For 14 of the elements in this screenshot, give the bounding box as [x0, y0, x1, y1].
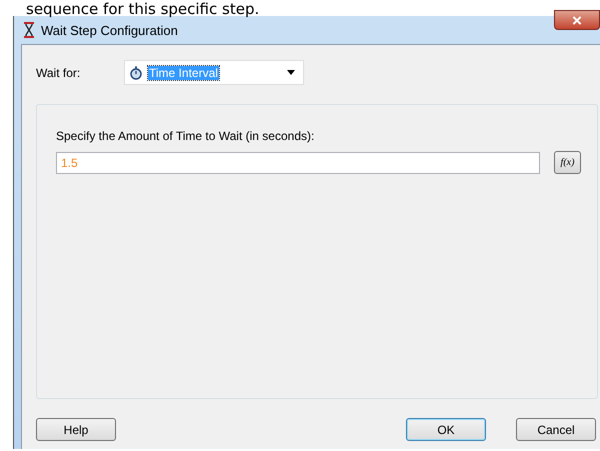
close-icon	[572, 16, 582, 24]
dropdown-value: Time Interval	[148, 66, 219, 80]
stopwatch-icon	[129, 66, 143, 80]
wait-for-label: Wait for:	[36, 66, 82, 80]
window-title: Wait Step Configuration	[41, 22, 178, 38]
hourglass-icon	[24, 22, 34, 38]
close-button[interactable]	[554, 10, 600, 30]
time-prompt-label: Specify the Amount of Time to Wait (in seconds):	[56, 129, 316, 143]
caret-icon	[287, 70, 295, 75]
caption-text: sequence for this specific step.	[25, 0, 260, 16]
dialog-button[interactable]: Cancel	[516, 418, 596, 441]
formula-button[interactable]: f(x)	[554, 151, 581, 174]
dialog-button[interactable]: Help	[36, 418, 116, 441]
dialog-button[interactable]: OK	[406, 418, 486, 441]
